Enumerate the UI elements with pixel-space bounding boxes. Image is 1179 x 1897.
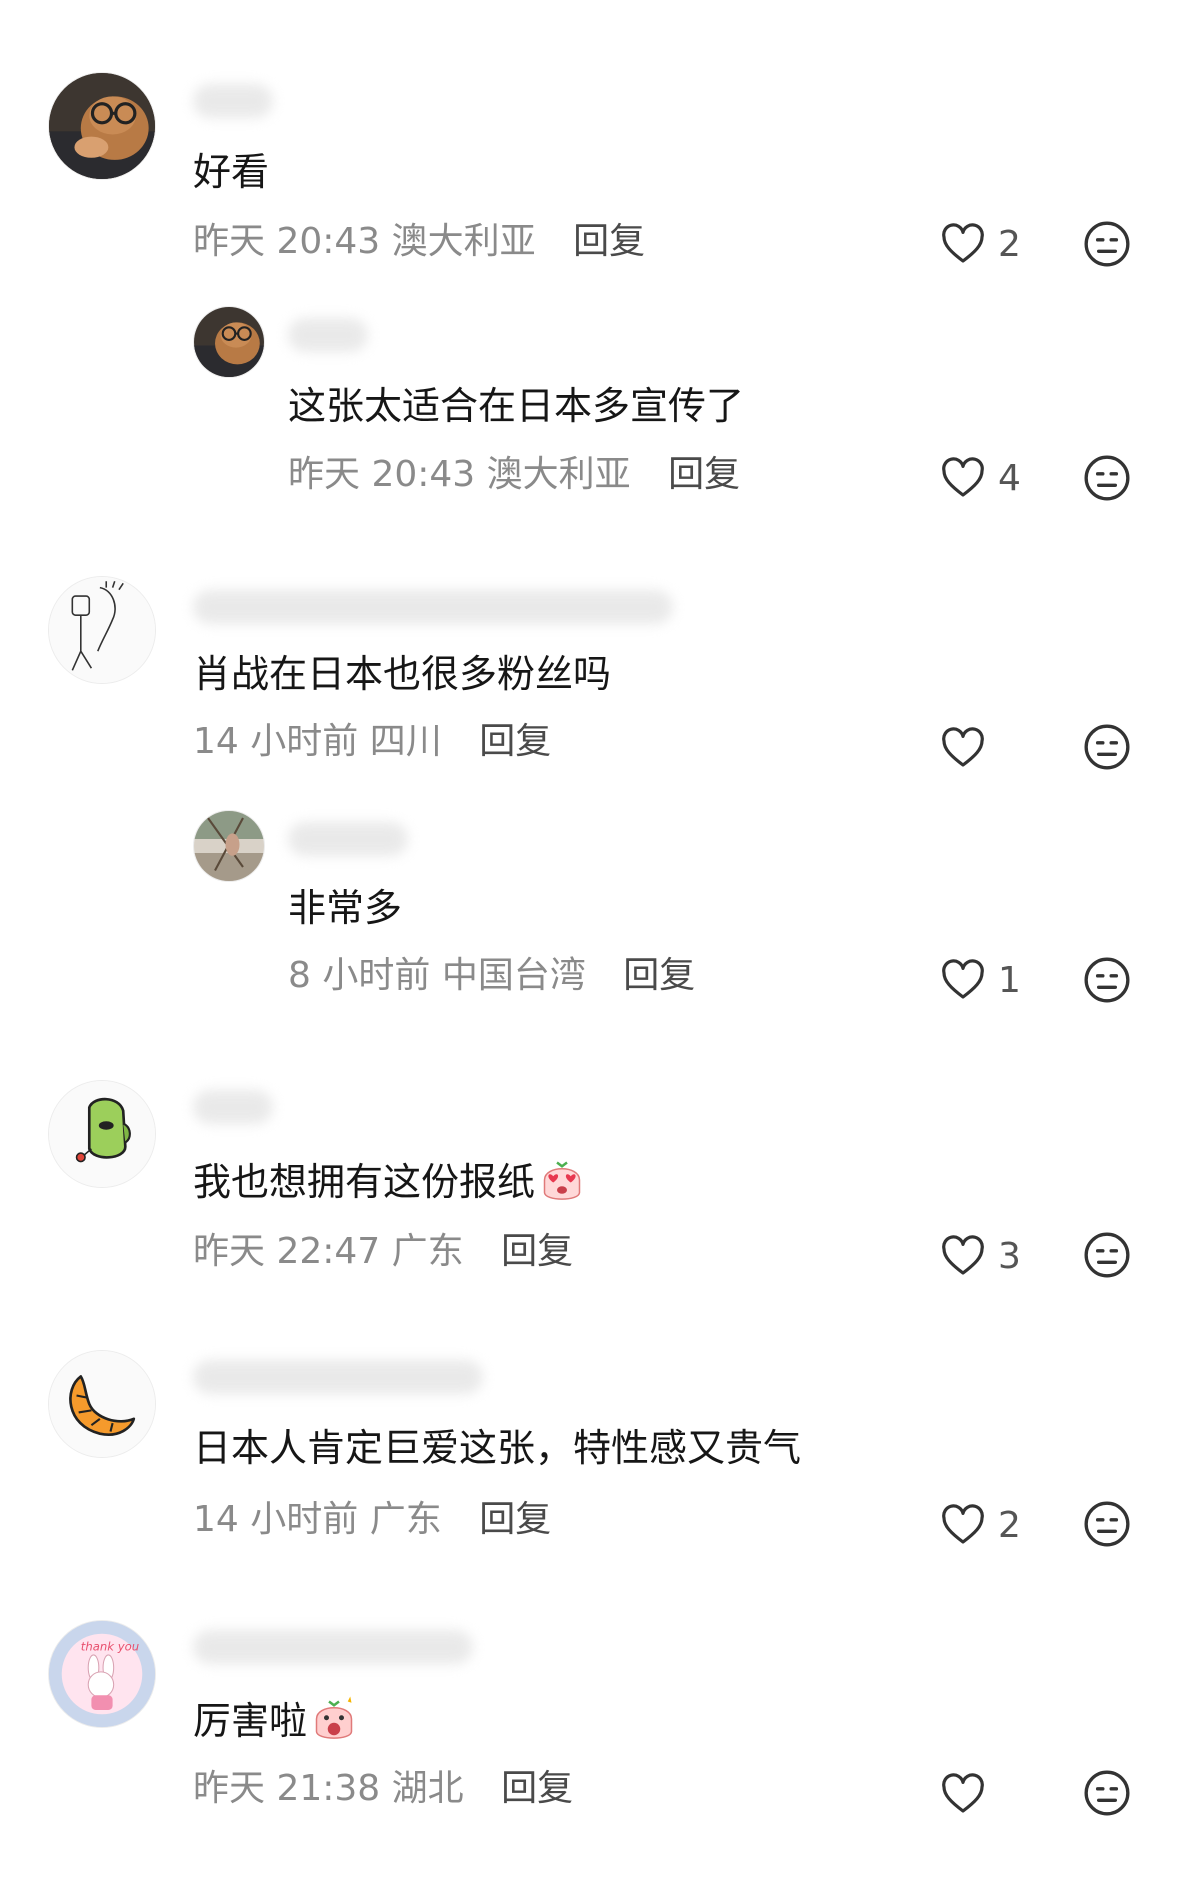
comment-meta: 14 小时前 四川 回复 bbox=[193, 720, 551, 764]
heart-icon bbox=[942, 457, 984, 497]
like-count: 1 bbox=[998, 959, 1021, 1001]
neutral-face-icon bbox=[1084, 1232, 1130, 1278]
reply-button[interactable]: 回复 bbox=[479, 1499, 551, 1540]
shouting-peach-emoji-icon bbox=[315, 1696, 353, 1739]
comment-text-body: 厉害啦 bbox=[193, 1699, 308, 1743]
avatar[interactable] bbox=[48, 72, 156, 180]
comment-meta: 8 小时前 中国台湾 回复 bbox=[288, 954, 695, 998]
comment-location: 澳大利亚 bbox=[391, 221, 536, 262]
avatar[interactable] bbox=[193, 810, 265, 882]
reply-button[interactable]: 回复 bbox=[623, 955, 695, 996]
username-blurred[interactable] bbox=[193, 1630, 473, 1664]
comment-time: 昨天 20:43 bbox=[193, 221, 381, 262]
like-count: 4 bbox=[998, 457, 1021, 499]
neutral-face-icon bbox=[1084, 1770, 1130, 1816]
comment-text: 这张太适合在日本多宣传了 bbox=[288, 384, 745, 428]
username-blurred[interactable] bbox=[193, 590, 673, 624]
comment-text: 我也想拥有这份报纸 bbox=[193, 1155, 587, 1206]
dislike-button[interactable] bbox=[1082, 955, 1132, 1005]
heart-icon bbox=[942, 223, 984, 263]
like-button[interactable]: 2 bbox=[938, 1495, 1058, 1555]
like-button[interactable]: 4 bbox=[938, 448, 1058, 508]
like-count: 3 bbox=[998, 1235, 1021, 1277]
reply-button[interactable]: 回复 bbox=[501, 1231, 573, 1272]
reply-button[interactable]: 回复 bbox=[479, 721, 551, 762]
comment-location: 四川 bbox=[369, 721, 442, 762]
comment-location: 湖北 bbox=[391, 1768, 464, 1809]
comment-location: 广东 bbox=[369, 1499, 442, 1540]
avatar[interactable] bbox=[48, 1080, 156, 1188]
avatar[interactable] bbox=[48, 576, 156, 684]
like-button[interactable]: 1 bbox=[938, 950, 1058, 1010]
comment-meta: 14 小时前 广东 回复 bbox=[193, 1498, 551, 1542]
username-blurred[interactable] bbox=[193, 1360, 483, 1394]
like-count: 2 bbox=[998, 1504, 1021, 1546]
photo-avatar-icon bbox=[194, 811, 264, 881]
dislike-button[interactable] bbox=[1082, 1499, 1132, 1549]
like-button[interactable]: 2 bbox=[938, 214, 1058, 274]
comment-text-body: 我也想拥有这份报纸 bbox=[193, 1160, 536, 1204]
croissant-icon bbox=[49, 1351, 155, 1457]
avatar[interactable] bbox=[193, 306, 265, 378]
heart-icon bbox=[942, 727, 984, 767]
bunny-thank-you-icon: thank you bbox=[49, 1621, 155, 1727]
reply-button[interactable]: 回复 bbox=[668, 454, 740, 495]
comment-location: 广东 bbox=[391, 1231, 464, 1272]
comment-time: 8 小时前 bbox=[288, 955, 431, 996]
comment-meta: 昨天 21:38 湖北 回复 bbox=[193, 1767, 573, 1811]
svg-text:thank you: thank you bbox=[81, 1640, 139, 1654]
like-button[interactable] bbox=[938, 718, 1058, 778]
comment-text: 肖战在日本也很多粉丝吗 bbox=[193, 652, 612, 696]
cat-with-glasses-icon bbox=[49, 73, 155, 179]
green-bean-icon bbox=[49, 1081, 155, 1187]
comment-time: 14 小时前 bbox=[193, 1499, 359, 1540]
heart-icon bbox=[942, 1504, 984, 1544]
comment-text: 厉害啦 bbox=[193, 1694, 359, 1745]
dislike-button[interactable] bbox=[1082, 1768, 1132, 1818]
neutral-face-icon bbox=[1084, 1501, 1130, 1547]
comment-meta: 昨天 20:43 澳大利亚 回复 bbox=[193, 220, 645, 264]
comment-text: 日本人肯定巨爱这张，特性感又贵气 bbox=[193, 1426, 802, 1470]
comment-time: 昨天 21:38 bbox=[193, 1768, 381, 1809]
comment-meta: 昨天 22:47 广东 回复 bbox=[193, 1230, 573, 1274]
like-button[interactable]: 3 bbox=[938, 1226, 1058, 1286]
neutral-face-icon bbox=[1084, 957, 1130, 1003]
dislike-button[interactable] bbox=[1082, 453, 1132, 503]
reply-button[interactable]: 回复 bbox=[573, 221, 645, 262]
username-blurred[interactable] bbox=[193, 84, 273, 118]
neutral-face-icon bbox=[1084, 724, 1130, 770]
dislike-button[interactable] bbox=[1082, 219, 1132, 269]
comment-text: 好看 bbox=[193, 150, 270, 194]
neutral-face-icon bbox=[1084, 221, 1130, 267]
avatar[interactable]: thank you bbox=[48, 1620, 156, 1728]
neutral-face-icon bbox=[1084, 455, 1130, 501]
heart-icon bbox=[942, 1235, 984, 1275]
like-count: 2 bbox=[998, 223, 1021, 265]
dislike-button[interactable] bbox=[1082, 1230, 1132, 1280]
sketch-figure-icon bbox=[49, 577, 155, 683]
username-blurred[interactable] bbox=[193, 1090, 273, 1124]
comment-location: 澳大利亚 bbox=[486, 454, 631, 495]
comment-meta: 昨天 20:43 澳大利亚 回复 bbox=[288, 453, 740, 497]
comment-time: 昨天 20:43 bbox=[288, 454, 476, 495]
comment-location: 中国台湾 bbox=[441, 955, 586, 996]
username-blurred[interactable] bbox=[288, 822, 408, 856]
heart-icon bbox=[942, 959, 984, 999]
reply-button[interactable]: 回复 bbox=[501, 1768, 573, 1809]
dislike-button[interactable] bbox=[1082, 722, 1132, 772]
comment-text: 非常多 bbox=[288, 886, 403, 930]
avatar[interactable] bbox=[48, 1350, 156, 1458]
cat-with-glasses-icon bbox=[194, 307, 264, 377]
comment-time: 昨天 22:47 bbox=[193, 1231, 381, 1272]
like-button[interactable] bbox=[938, 1764, 1058, 1824]
comment-time: 14 小时前 bbox=[193, 721, 359, 762]
username-blurred[interactable] bbox=[288, 318, 368, 352]
heart-icon bbox=[942, 1773, 984, 1813]
heart-eyes-peach-emoji-icon bbox=[543, 1161, 581, 1200]
